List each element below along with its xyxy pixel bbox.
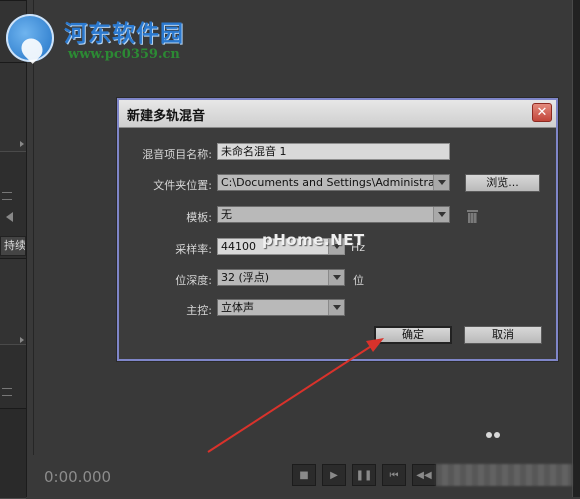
skip-to-start-icon[interactable]: ⏮ bbox=[382, 464, 406, 486]
chevron-down-icon bbox=[328, 270, 344, 285]
blurred-transport bbox=[436, 464, 572, 486]
panel-section bbox=[0, 408, 26, 499]
chevron-down-icon bbox=[433, 175, 449, 190]
scroll-right-icon[interactable] bbox=[20, 141, 24, 147]
new-multitrack-mix-dialog: 新建多轨混音 ✕ 混音项目名称: 未命名混音 1 文件夹位置: C:\Docum… bbox=[117, 98, 558, 361]
stop-icon[interactable]: ■ bbox=[292, 464, 316, 486]
template-select[interactable]: 无 bbox=[217, 206, 450, 223]
dialog-title: 新建多轨混音 bbox=[127, 109, 206, 124]
right-scrollbar[interactable] bbox=[572, 0, 580, 497]
back-arrow-icon[interactable] bbox=[6, 212, 13, 222]
dots-icon bbox=[486, 432, 502, 440]
template-label: 模板: bbox=[186, 211, 212, 224]
bit-depth-value: 32 (浮点) bbox=[221, 271, 270, 284]
ok-button[interactable]: 确定 bbox=[374, 326, 452, 344]
template-value: 无 bbox=[221, 208, 232, 221]
bit-depth-label: 位深度: bbox=[175, 274, 212, 287]
panel-grip-icon[interactable] bbox=[2, 388, 12, 396]
chevron-down-icon bbox=[433, 207, 449, 222]
panel-grip-icon[interactable] bbox=[2, 192, 12, 200]
trash-icon[interactable] bbox=[467, 210, 478, 223]
left-panel: 持续 bbox=[0, 0, 27, 499]
divider bbox=[33, 0, 34, 455]
timecode-display: 0:00.000 bbox=[44, 468, 112, 486]
dialog-titlebar[interactable]: 新建多轨混音 ✕ bbox=[119, 100, 556, 128]
pause-icon[interactable]: ❚❚ bbox=[352, 464, 376, 486]
cancel-button[interactable]: 取消 bbox=[464, 326, 542, 344]
site-logo-icon bbox=[6, 14, 54, 64]
rewind-icon[interactable]: ◀◀ bbox=[412, 464, 436, 486]
watermark-title: 河东软件园 bbox=[64, 20, 184, 47]
folder-label: 文件夹位置: bbox=[153, 179, 212, 192]
master-label: 主控: bbox=[186, 304, 212, 317]
watermark-overlay: pHome.NET bbox=[262, 231, 365, 249]
master-select[interactable]: 立体声 bbox=[217, 299, 345, 316]
bit-depth-select[interactable]: 32 (浮点) bbox=[217, 269, 345, 286]
panel-section bbox=[0, 258, 26, 345]
sample-rate-value: 44100 bbox=[221, 240, 256, 253]
mix-name-label: 混音项目名称: bbox=[142, 148, 212, 161]
scroll-right-icon[interactable] bbox=[20, 337, 24, 343]
folder-location-value: C:\Documents and Settings\Administrator.… bbox=[221, 176, 450, 189]
watermark-url: www.pc0359.cn bbox=[68, 47, 180, 62]
play-icon[interactable]: ▶ bbox=[322, 464, 346, 486]
mix-name-input[interactable]: 未命名混音 1 bbox=[217, 143, 450, 160]
chevron-down-icon bbox=[328, 300, 344, 315]
panel-section bbox=[0, 62, 26, 152]
close-icon: ✕ bbox=[536, 105, 548, 120]
browse-button[interactable]: 浏览... bbox=[465, 174, 540, 192]
close-button[interactable]: ✕ bbox=[532, 103, 552, 122]
master-value: 立体声 bbox=[221, 301, 254, 314]
folder-location-select[interactable]: C:\Documents and Settings\Administrator.… bbox=[217, 174, 450, 191]
sample-rate-label: 采样率: bbox=[175, 243, 212, 256]
bit-depth-unit: 位 bbox=[353, 274, 364, 287]
side-tab[interactable]: 持续 bbox=[0, 236, 26, 256]
